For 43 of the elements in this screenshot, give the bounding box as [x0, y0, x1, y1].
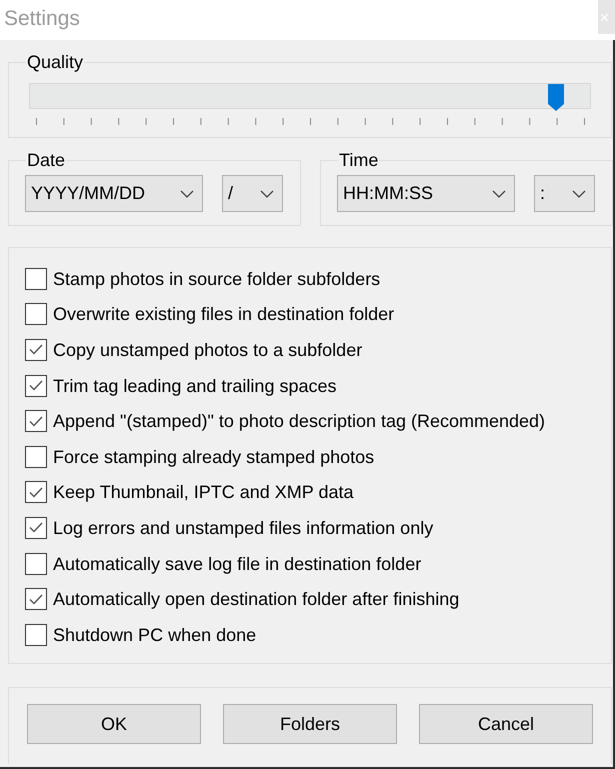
checkbox-label[interactable]: Log errors and unstamped files information only — [53, 516, 434, 539]
slider-thumb[interactable] — [548, 84, 564, 111]
slider-track[interactable] — [29, 83, 591, 109]
dropdown[interactable]: : — [534, 175, 595, 212]
checkbox-label[interactable]: Copy unstamped photos to a subfolder — [53, 338, 362, 361]
chevron-down-icon — [492, 190, 506, 198]
checkmark-icon — [29, 522, 43, 534]
checkmark-icon — [29, 344, 43, 356]
dropdown[interactable]: HH:MM:SS — [337, 175, 515, 212]
checkbox[interactable] — [25, 481, 47, 504]
chevron-down-icon — [572, 190, 586, 198]
checkbox[interactable] — [25, 516, 47, 539]
dialog-button[interactable]: OK — [27, 704, 201, 744]
checkbox[interactable] — [25, 374, 47, 397]
dialog-button[interactable]: Folders — [223, 704, 397, 744]
checkmark-icon — [29, 486, 43, 498]
checkbox-label[interactable]: Append "(stamped)" to photo description tag (Recommended) — [53, 410, 546, 432]
chevron-down-icon — [260, 190, 274, 198]
checkbox[interactable] — [25, 268, 47, 290]
checkmark-icon — [29, 594, 43, 605]
checkbox-label[interactable]: Shutdown PC when done — [53, 624, 256, 646]
checkbox[interactable] — [25, 410, 47, 432]
checkbox-label[interactable]: Force stamping already stamped photos — [53, 446, 374, 468]
checkbox-label[interactable]: Overwrite existing files in destination folder — [53, 303, 394, 326]
checkbox[interactable] — [25, 338, 47, 361]
checkbox-label[interactable]: Keep Thumbnail, IPTC and XMP data — [53, 481, 354, 504]
checkmark-icon — [29, 416, 43, 427]
checkbox[interactable] — [25, 552, 47, 575]
checkbox[interactable] — [25, 303, 47, 326]
checkbox-label[interactable]: Trim tag leading and trailing spaces — [53, 374, 336, 397]
checkbox-label[interactable]: Automatically open destination folder after finishing — [53, 588, 460, 610]
dialog-button[interactable]: Cancel — [419, 704, 593, 744]
checkbox-label[interactable]: Automatically save log file in destination folder — [53, 552, 422, 575]
window-title: Settings — [4, 8, 80, 30]
dropdown[interactable]: YYYY/MM/DD — [25, 175, 203, 212]
checkbox[interactable] — [25, 446, 47, 468]
chevron-down-icon — [180, 190, 194, 198]
close-icon — [601, 14, 608, 20]
checkbox-label[interactable]: Stamp photos in source folder subfolders — [53, 268, 380, 290]
checkmark-icon — [29, 380, 43, 392]
checkbox[interactable] — [25, 624, 47, 646]
checkbox[interactable] — [25, 588, 47, 610]
dropdown[interactable]: / — [222, 175, 283, 212]
